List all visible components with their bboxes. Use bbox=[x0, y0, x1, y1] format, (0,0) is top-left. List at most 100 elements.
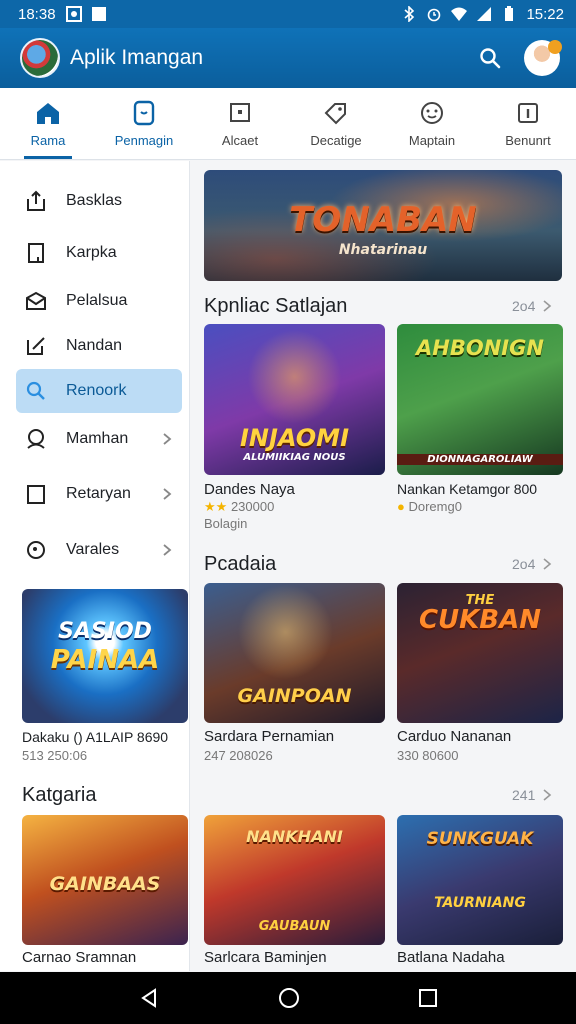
sidebar-item-label: Basklas bbox=[66, 192, 123, 209]
game-art-title: INJAOMI bbox=[240, 424, 349, 452]
signal-icon bbox=[477, 7, 492, 21]
section-more-link[interactable]: 2o4 bbox=[512, 556, 553, 572]
tab-label: Rama bbox=[30, 133, 66, 148]
envelope-icon bbox=[26, 291, 46, 310]
game-art-title: SUNKGUAK bbox=[426, 829, 534, 849]
game-rating: ● Doremg0 bbox=[397, 499, 462, 514]
game-art-title: GAINPOAN bbox=[237, 685, 352, 707]
game-art-subtitle: ALUMIIKIAG NOUS bbox=[243, 452, 346, 463]
game-card-image[interactable]: GAINPOAN bbox=[204, 583, 385, 723]
tab-alcaet[interactable]: Alcaet bbox=[192, 88, 288, 159]
section-more-count: 241 bbox=[512, 787, 536, 803]
game-title: Sarlcara Baminjen bbox=[204, 949, 327, 966]
sidebar-item-label: Renoork bbox=[66, 382, 127, 399]
home-icon bbox=[37, 103, 59, 124]
status-time-right: 15:22 bbox=[526, 5, 564, 23]
game-title: Nankan Ketamgor 800 bbox=[397, 481, 538, 497]
chevron-right-icon bbox=[543, 558, 552, 570]
section-more-link[interactable]: 2o4 bbox=[512, 298, 553, 314]
star-icon: ★★ bbox=[204, 499, 228, 514]
battery-icon bbox=[505, 6, 514, 21]
sidebar-item-label: Mamhan bbox=[66, 430, 129, 447]
sidebar-item-varales[interactable]: Varales bbox=[16, 528, 182, 572]
promo-art-title: SASIOD bbox=[58, 619, 152, 644]
chevron-right-icon bbox=[163, 433, 172, 445]
sidebar-item-nandan[interactable]: Nandan bbox=[16, 324, 182, 368]
game-card-image[interactable]: NANKHANI GAUBAUN bbox=[204, 815, 385, 945]
game-card-image[interactable]: GAINBAAS bbox=[22, 815, 188, 945]
game-art-title: CUKBAN bbox=[418, 605, 542, 635]
tab-bar: Rama Penmagin Alcaet Decatige Maptain Be… bbox=[0, 88, 576, 160]
game-card-image[interactable]: AHBONIGN DIONNAGAROLIAW bbox=[397, 324, 563, 475]
tab-decatige[interactable]: Decatige bbox=[288, 88, 384, 159]
sidebar-item-label: Varales bbox=[66, 541, 120, 558]
banner-art-subtitle: Nhatarinau bbox=[338, 242, 428, 258]
bluetooth-icon bbox=[404, 6, 415, 22]
sidebar-item-label: Karpka bbox=[66, 244, 117, 261]
game-title: Batlana Nadaha bbox=[397, 949, 505, 966]
app-title: Aplik Imangan bbox=[70, 46, 204, 69]
sidebar-item-retaryan[interactable]: Retaryan bbox=[16, 472, 182, 516]
tab-rama[interactable]: Rama bbox=[0, 88, 96, 159]
tab-label: Alcaet bbox=[221, 133, 259, 148]
game-card-image[interactable]: INJAOMI ALUMIIKIAG NOUS bbox=[204, 324, 385, 475]
user-icon bbox=[27, 429, 45, 449]
game-art-title: GAINBAAS bbox=[49, 873, 161, 895]
sidebar-item-label: Pelalsua bbox=[66, 292, 128, 309]
screen-icon bbox=[230, 103, 250, 122]
promo-meta: 513 250:06 bbox=[22, 748, 88, 763]
chevron-right-icon bbox=[163, 544, 172, 556]
home-circle-icon[interactable] bbox=[277, 986, 301, 1010]
alarm-icon bbox=[428, 8, 441, 22]
info-icon bbox=[518, 103, 538, 123]
smile-icon bbox=[421, 102, 443, 124]
chevron-right-icon bbox=[163, 488, 172, 500]
game-art-subtitle: DIONNAGAROLIAW bbox=[397, 454, 563, 465]
section-title-kpnliac: Kpnliac Satlajan bbox=[204, 295, 348, 317]
game-meta: Doremg0 bbox=[408, 499, 462, 514]
app-bar: Aplik Imangan bbox=[0, 28, 576, 88]
back-icon[interactable] bbox=[138, 987, 160, 1009]
file-icon bbox=[28, 243, 44, 263]
system-nav-bar bbox=[0, 972, 576, 1024]
tab-penmagin[interactable]: Penmagin bbox=[96, 88, 192, 159]
sidebar-item-karpka[interactable]: Karpka bbox=[16, 231, 182, 275]
recents-icon[interactable] bbox=[418, 988, 438, 1008]
promo-art-subtitle: PAINAA bbox=[50, 645, 160, 675]
section-title-katgaria: Katgaria bbox=[22, 784, 97, 806]
promo-game-image[interactable]: SASIOD PAINAA bbox=[22, 589, 188, 723]
section-more-link[interactable]: 241 bbox=[512, 787, 553, 803]
app-logo bbox=[20, 38, 60, 78]
window-icon bbox=[27, 485, 45, 504]
featured-banner[interactable]: TONABAN Nhatarinau bbox=[204, 170, 562, 281]
game-meta: 330 80600 bbox=[397, 748, 459, 763]
search-icon[interactable] bbox=[478, 46, 502, 70]
game-card-image[interactable]: SUNKGUAK TAURNIANG bbox=[397, 815, 563, 945]
tab-maptain[interactable]: Maptain bbox=[384, 88, 480, 159]
section-more-count: 2o4 bbox=[512, 298, 536, 314]
game-meta-secondary: Bolagin bbox=[204, 516, 248, 531]
sidebar-item-pelalsua[interactable]: Pelalsua bbox=[16, 279, 182, 323]
image-icon bbox=[65, 6, 82, 22]
game-title: Carduo Nananan bbox=[397, 728, 512, 745]
sidebar-item-basklas[interactable]: Basklas bbox=[16, 179, 182, 223]
share-icon bbox=[27, 190, 45, 211]
status-time-left: 18:38 bbox=[18, 5, 56, 23]
game-rating: ★★ 230000 bbox=[204, 499, 274, 515]
search-icon bbox=[26, 381, 45, 400]
section-title-pcadaia: Pcadaia bbox=[204, 553, 277, 575]
tab-benunrt[interactable]: Benunrt bbox=[480, 88, 576, 159]
banner-art-title: TONABAN bbox=[289, 200, 477, 240]
promo-title: Dakaku () A1LAIP 8690 bbox=[22, 729, 169, 745]
game-art-subtitle: TAURNIANG bbox=[434, 895, 526, 911]
chevron-right-icon bbox=[543, 300, 552, 312]
game-title: Carnao Sramnan bbox=[22, 949, 137, 966]
game-card-image[interactable]: THE CUKBAN bbox=[397, 583, 563, 723]
profile-avatar[interactable] bbox=[524, 40, 562, 76]
wifi-icon bbox=[451, 7, 468, 21]
sidebar-item-renoork[interactable]: Renoork bbox=[16, 369, 182, 413]
sidebar-item-label: Nandan bbox=[66, 337, 123, 354]
sidebar-item-mamhan[interactable]: Mamhan bbox=[16, 417, 182, 461]
status-bar: 18:38 15:22 bbox=[0, 0, 576, 28]
game-meta: 247 208026 bbox=[204, 748, 273, 763]
